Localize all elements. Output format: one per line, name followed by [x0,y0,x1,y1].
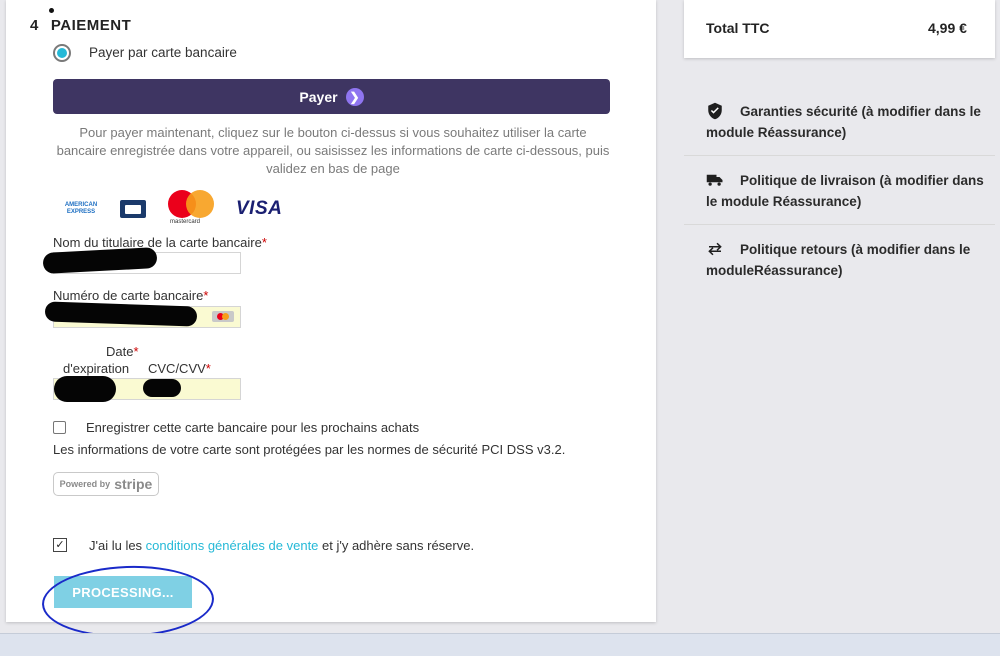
shield-icon [708,102,722,120]
reassurance-text: Politique retours (à modifier dans le mo… [706,242,971,278]
card-number-label-text: Numéro de carte bancaire [53,288,204,303]
pci-security-text: Les informations de votre carte sont pro… [53,442,566,457]
terms-suffix: et j'y adhère sans réserve. [318,538,475,553]
step-label: PAIEMENT [50,17,132,34]
terms-checkbox[interactable]: ✓ [53,538,67,552]
expiry-label-text-1: Date [106,344,134,359]
swap-arrows-icon [708,242,722,256]
required-mark: * [203,288,209,303]
cvc-label-text: CVC/CVV [148,361,206,376]
step-title: 4 PAIEMENT [30,17,131,34]
required-mark: * [205,361,211,376]
reassurance-item-delivery: Politique de livraison (à modifier dans … [684,170,995,212]
amex-logo-line2: EXPRESS [66,209,96,215]
terms-prefix: J'ai lu les [89,538,146,553]
amex-logo: AMERICAN EXPRESS [64,199,98,219]
reassurance-text: Politique de livraison (à modifier dans … [706,173,984,209]
total-label: Total TTC [706,20,770,36]
truck-icon [706,174,723,186]
pay-button-label: Payer [299,88,338,105]
bottom-bar [0,633,1000,656]
card-payment-radio[interactable] [53,44,71,62]
terms-link[interactable]: conditions générales de vente [146,538,319,553]
terms-text: J'ai lu les conditions générales de vent… [89,538,474,553]
required-mark: * [133,344,139,359]
stripe-logo: stripe [114,476,153,492]
stripe-badge: Powered by stripe [53,472,159,496]
mastercard-logo-text: mastercard [170,219,201,225]
card-payment-label[interactable]: Payer par carte bancaire [89,45,237,60]
total-value: 4,99 € [928,20,967,36]
redaction-mark [54,376,116,402]
reassurance-item-security: Garanties sécurité (à modifier dans le m… [684,101,995,143]
expiry-label-line1: Date* [106,344,139,359]
visa-logo: VISA [236,198,283,219]
mastercard-logo: mastercard [168,190,214,228]
card-logos: AMERICAN EXPRESS mastercard VISA [64,190,282,228]
card-holder-label: Nom du titulaire de la carte bancaire* [53,235,267,250]
card-number-label: Numéro de carte bancaire* [53,288,208,303]
divider [684,224,995,225]
payment-help-text: Pour payer maintenant, cliquez sur le bo… [56,125,610,176]
card-brand-icon [212,311,234,322]
redaction-mark [143,379,181,397]
stripe-powered-text: Powered by [59,479,111,489]
reassurance-item-returns: Politique retours (à modifier dans le mo… [684,239,995,281]
chevron-right-icon: ❯ [345,87,364,106]
save-card-checkbox[interactable] [53,421,66,434]
reassurance-text: Garanties sécurité (à modifier dans le m… [706,104,981,140]
required-mark: * [261,235,267,250]
card-holder-label-text: Nom du titulaire de la carte bancaire [53,235,262,250]
cb-logo [120,200,146,218]
cvc-label: CVC/CVV* [148,361,211,376]
step-number: 4 [30,17,39,34]
save-card-label[interactable]: Enregistrer cette carte bancaire pour le… [86,420,419,435]
cursor-dot [49,8,54,13]
pay-button[interactable]: Payer ❯ [53,79,610,114]
divider [684,155,995,156]
expiry-label-line2: d'expiration [63,361,130,376]
amex-logo-line1: AMERICAN [64,202,98,208]
